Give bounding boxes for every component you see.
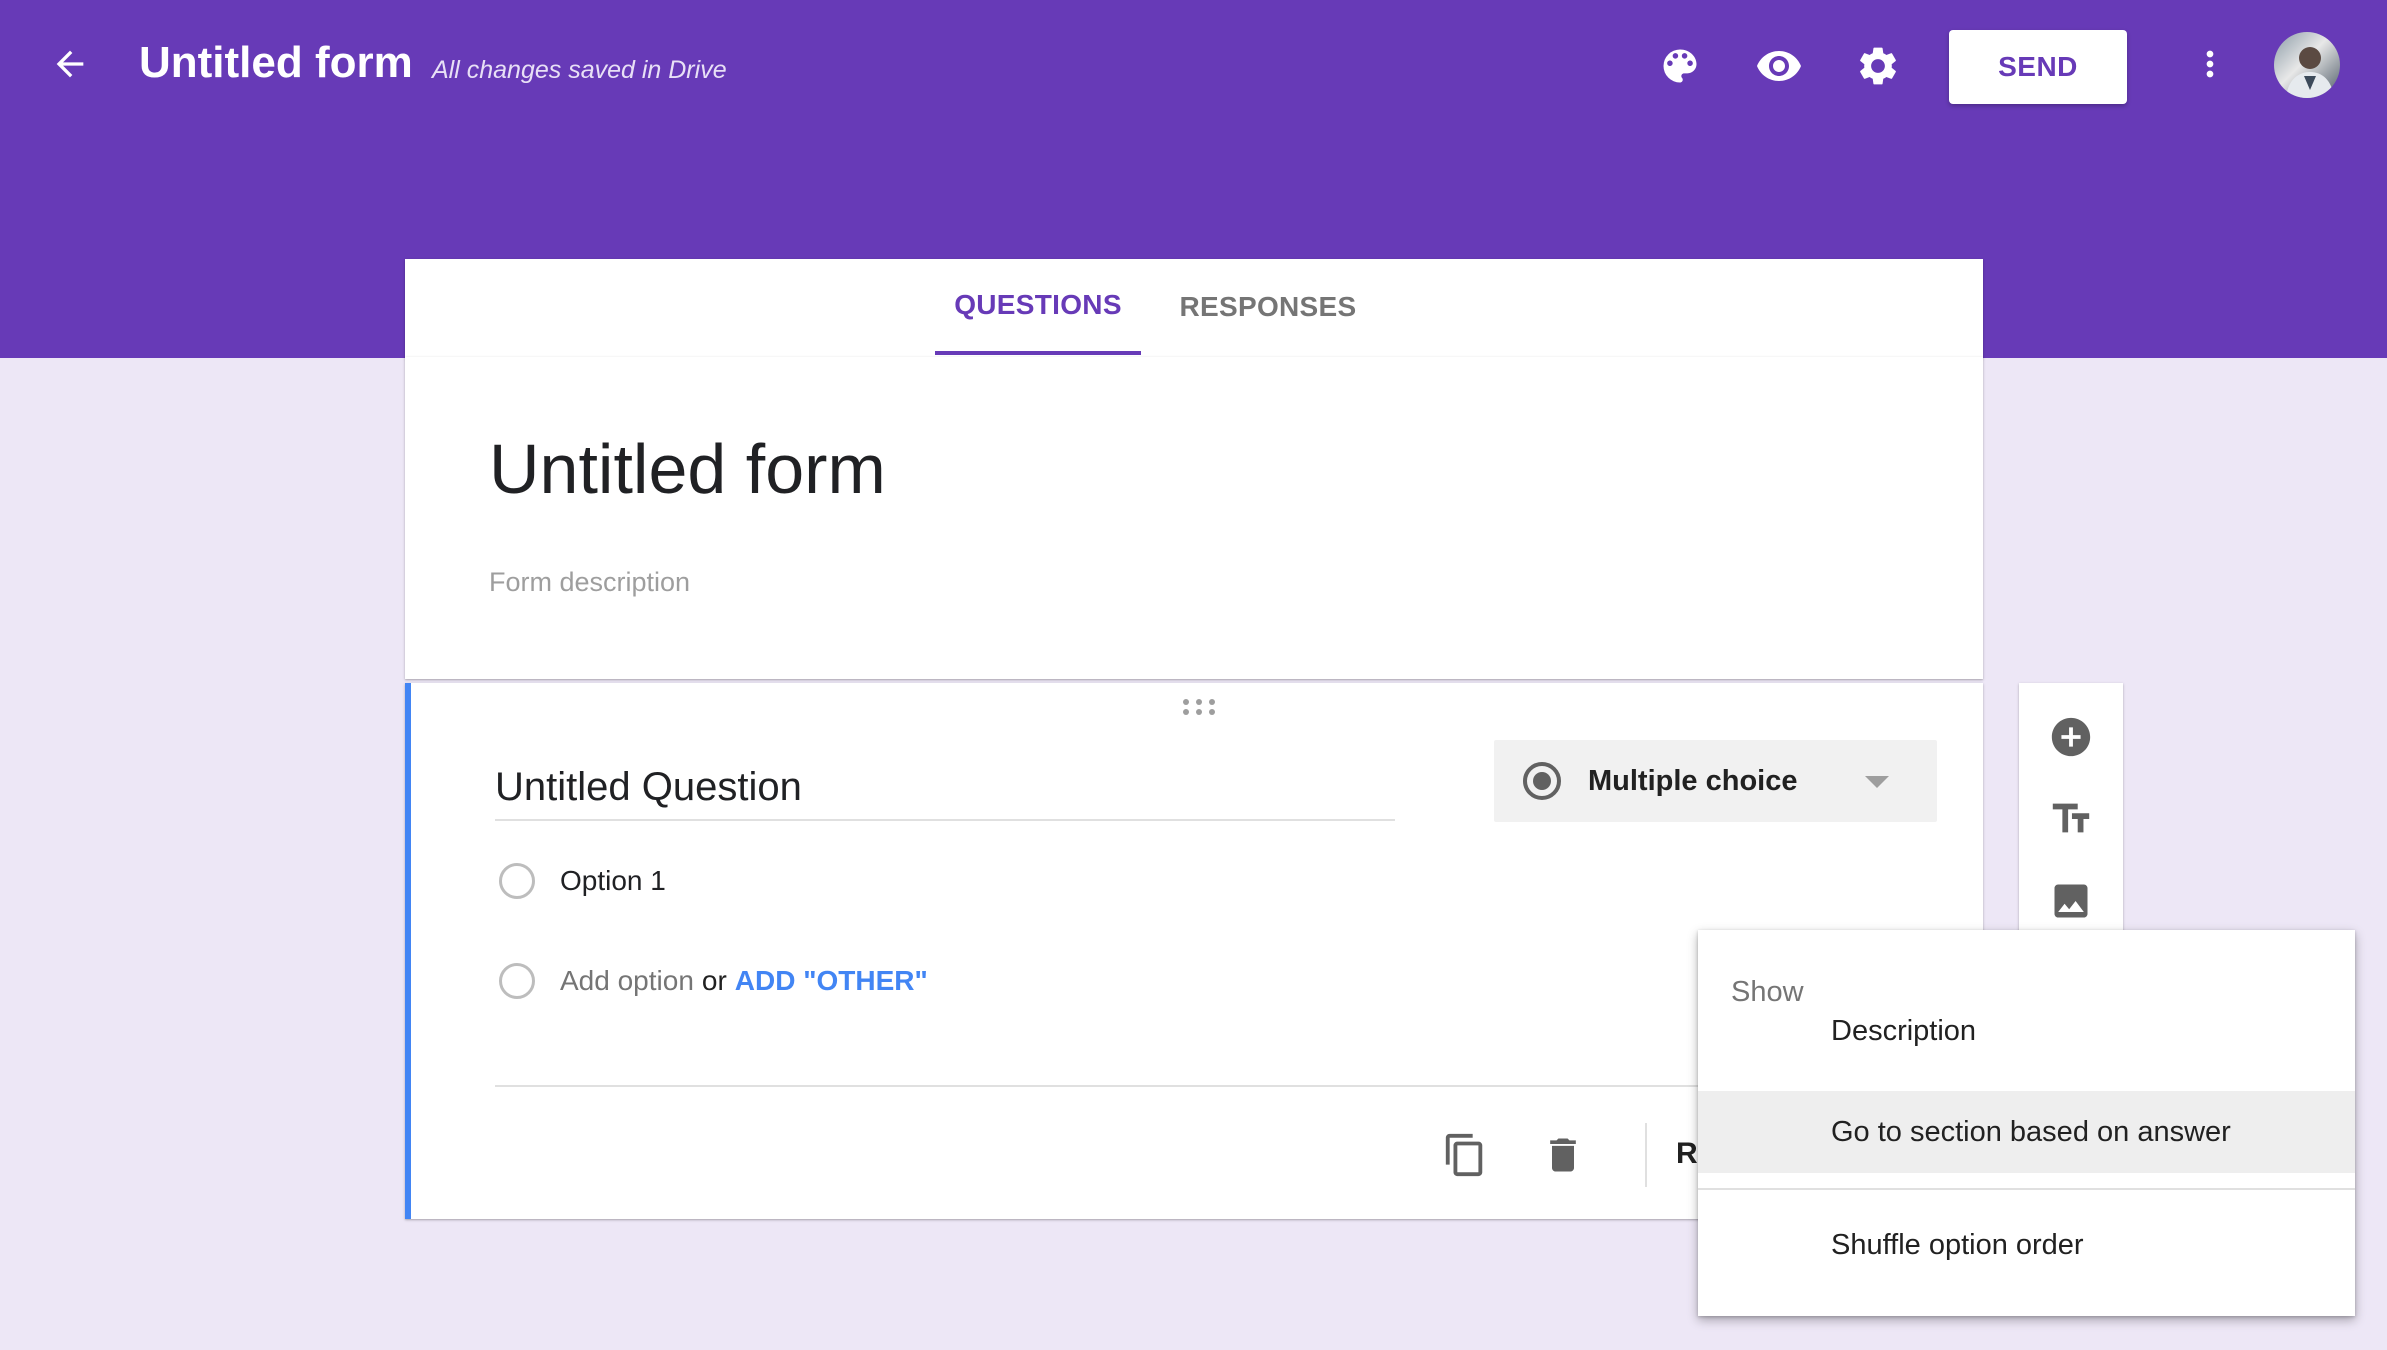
- tabs-bar: QUESTIONS RESPONSES: [405, 259, 1983, 358]
- chevron-down-icon: [1865, 776, 1889, 788]
- add-option-row: Add option or ADD "OTHER": [499, 963, 928, 999]
- eye-icon[interactable]: [1747, 34, 1811, 98]
- text-title-icon[interactable]: [2039, 787, 2103, 851]
- divider: [1698, 1188, 2355, 1190]
- trash-icon[interactable]: [1531, 1123, 1595, 1187]
- add-other-link[interactable]: ADD "OTHER": [735, 965, 928, 997]
- radio-circle-icon: [499, 963, 535, 999]
- more-options-menu: Show Description Go to section based on …: [1698, 930, 2355, 1316]
- drag-handle-icon[interactable]: [1181, 697, 1217, 722]
- form-description-field[interactable]: Form description: [489, 567, 690, 598]
- image-icon[interactable]: [2039, 869, 2103, 933]
- question-type-dropdown[interactable]: Multiple choice: [1494, 740, 1937, 822]
- menu-item-go-to-section[interactable]: Go to section based on answer: [1698, 1091, 2355, 1173]
- form-header-card: Untitled form Form description: [405, 357, 1983, 679]
- duplicate-icon[interactable]: [1433, 1123, 1497, 1187]
- more-vert-icon[interactable]: [2180, 34, 2240, 94]
- menu-item-shuffle-option-order[interactable]: Shuffle option order: [1698, 1204, 2355, 1286]
- add-circle-icon[interactable]: [2039, 705, 2103, 769]
- save-status: All changes saved in Drive: [432, 56, 727, 84]
- add-option-field[interactable]: Add option: [560, 965, 694, 997]
- form-title-field[interactable]: Untitled form: [489, 429, 886, 509]
- or-text: or: [701, 965, 727, 996]
- option-row[interactable]: Option 1: [499, 863, 666, 899]
- send-button[interactable]: SEND: [1949, 30, 2127, 104]
- option-label[interactable]: Option 1: [560, 865, 666, 897]
- tab-responses[interactable]: RESPONSES: [1165, 259, 1371, 355]
- avatar[interactable]: [2274, 32, 2340, 98]
- tab-questions[interactable]: QUESTIONS: [935, 259, 1141, 355]
- app-title[interactable]: Untitled form: [139, 38, 413, 88]
- back-arrow-icon[interactable]: [40, 34, 100, 94]
- divider: [1645, 1123, 1647, 1187]
- palette-icon[interactable]: [1648, 34, 1712, 98]
- question-type-label: Multiple choice: [1588, 764, 1798, 797]
- gear-icon[interactable]: [1846, 34, 1910, 98]
- radio-circle-icon: [499, 863, 535, 899]
- side-toolbar: [2019, 683, 2123, 943]
- radio-button-icon: [1523, 762, 1561, 800]
- question-title-field[interactable]: Untitled Question: [495, 765, 1395, 821]
- menu-item-description[interactable]: Description: [1698, 990, 2355, 1072]
